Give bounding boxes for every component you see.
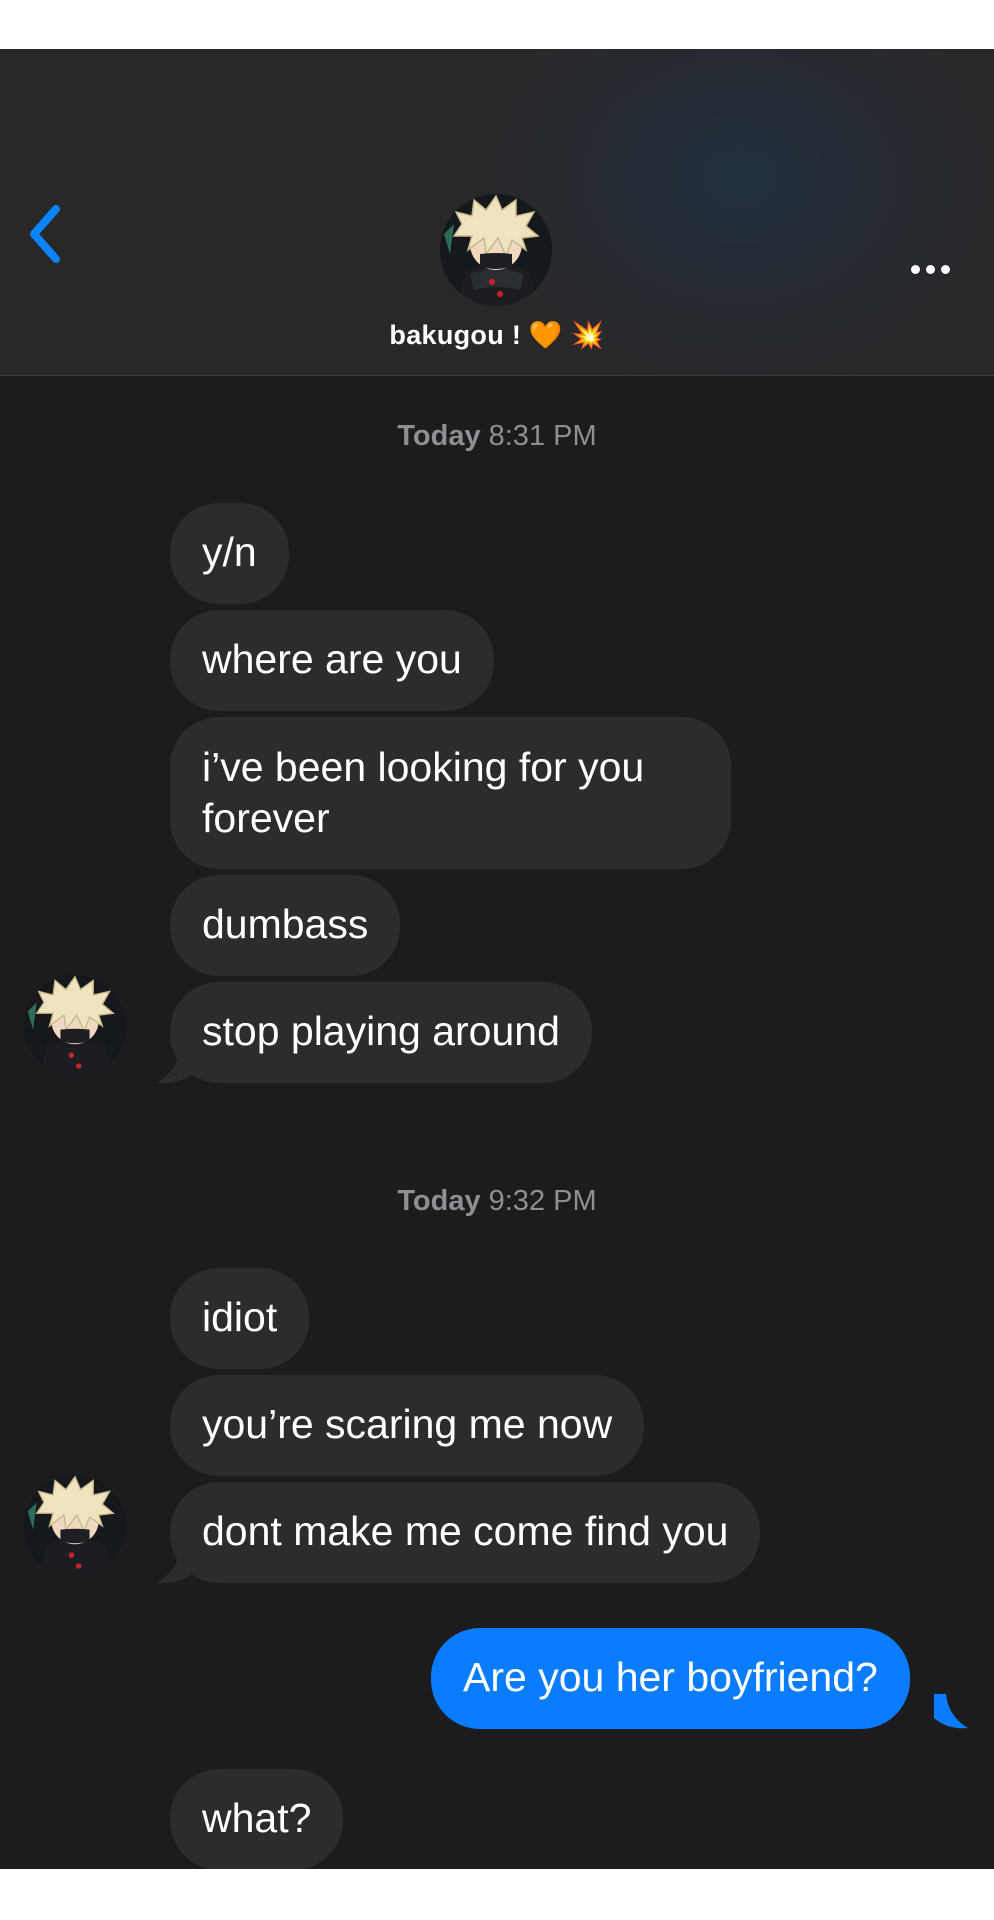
chat-header: bakugou ! 🧡 💥 (0, 49, 994, 376)
message-bubble[interactable]: where are you (170, 610, 494, 711)
contact-avatar-small[interactable] (24, 975, 126, 1077)
avatar-image (24, 1475, 126, 1577)
contact-avatar-small[interactable] (24, 1475, 126, 1577)
timestamp: Today 9:32 PM (0, 1185, 994, 1218)
message-bubble[interactable]: idiot (170, 1268, 310, 1369)
bubble-tail-sent (934, 1694, 968, 1729)
timestamp-day: Today (397, 1185, 481, 1217)
contact-name[interactable]: bakugou ! 🧡 💥 (0, 319, 994, 351)
timestamp: Today 8:31 PM (0, 420, 994, 453)
ellipsis-icon (910, 264, 920, 274)
avatar-image (24, 975, 126, 1077)
message-bubble[interactable]: y/n (170, 503, 289, 604)
chat-screen: bakugou ! 🧡 💥 Today 8:31 PM y/n where are… (0, 49, 994, 1869)
more-options-button[interactable] (900, 254, 960, 284)
timestamp-time: 8:31 PM (488, 420, 597, 452)
bubble-tail (156, 1049, 194, 1084)
chevron-left-icon (30, 205, 60, 263)
bottom-bar (0, 1869, 994, 1920)
bubble-tail (156, 1549, 194, 1584)
message-bubble[interactable]: dumbass (170, 875, 401, 976)
avatar-image (440, 194, 552, 306)
back-button[interactable] (14, 199, 74, 269)
message-bubble[interactable]: dont make me come find you (170, 1482, 761, 1583)
message-bubble[interactable]: what? (170, 1769, 344, 1869)
message-bubble[interactable]: you’re scaring me now (170, 1375, 645, 1476)
message-bubble[interactable]: stop playing around (170, 982, 592, 1083)
contact-avatar[interactable] (440, 194, 552, 306)
message-bubble[interactable]: i’ve been looking for you forever (170, 717, 731, 869)
timestamp-time: 9:32 PM (488, 1185, 597, 1217)
timestamp-day: Today (397, 420, 481, 452)
message-bubble-sent[interactable]: Are you her boyfriend? (431, 1628, 910, 1729)
